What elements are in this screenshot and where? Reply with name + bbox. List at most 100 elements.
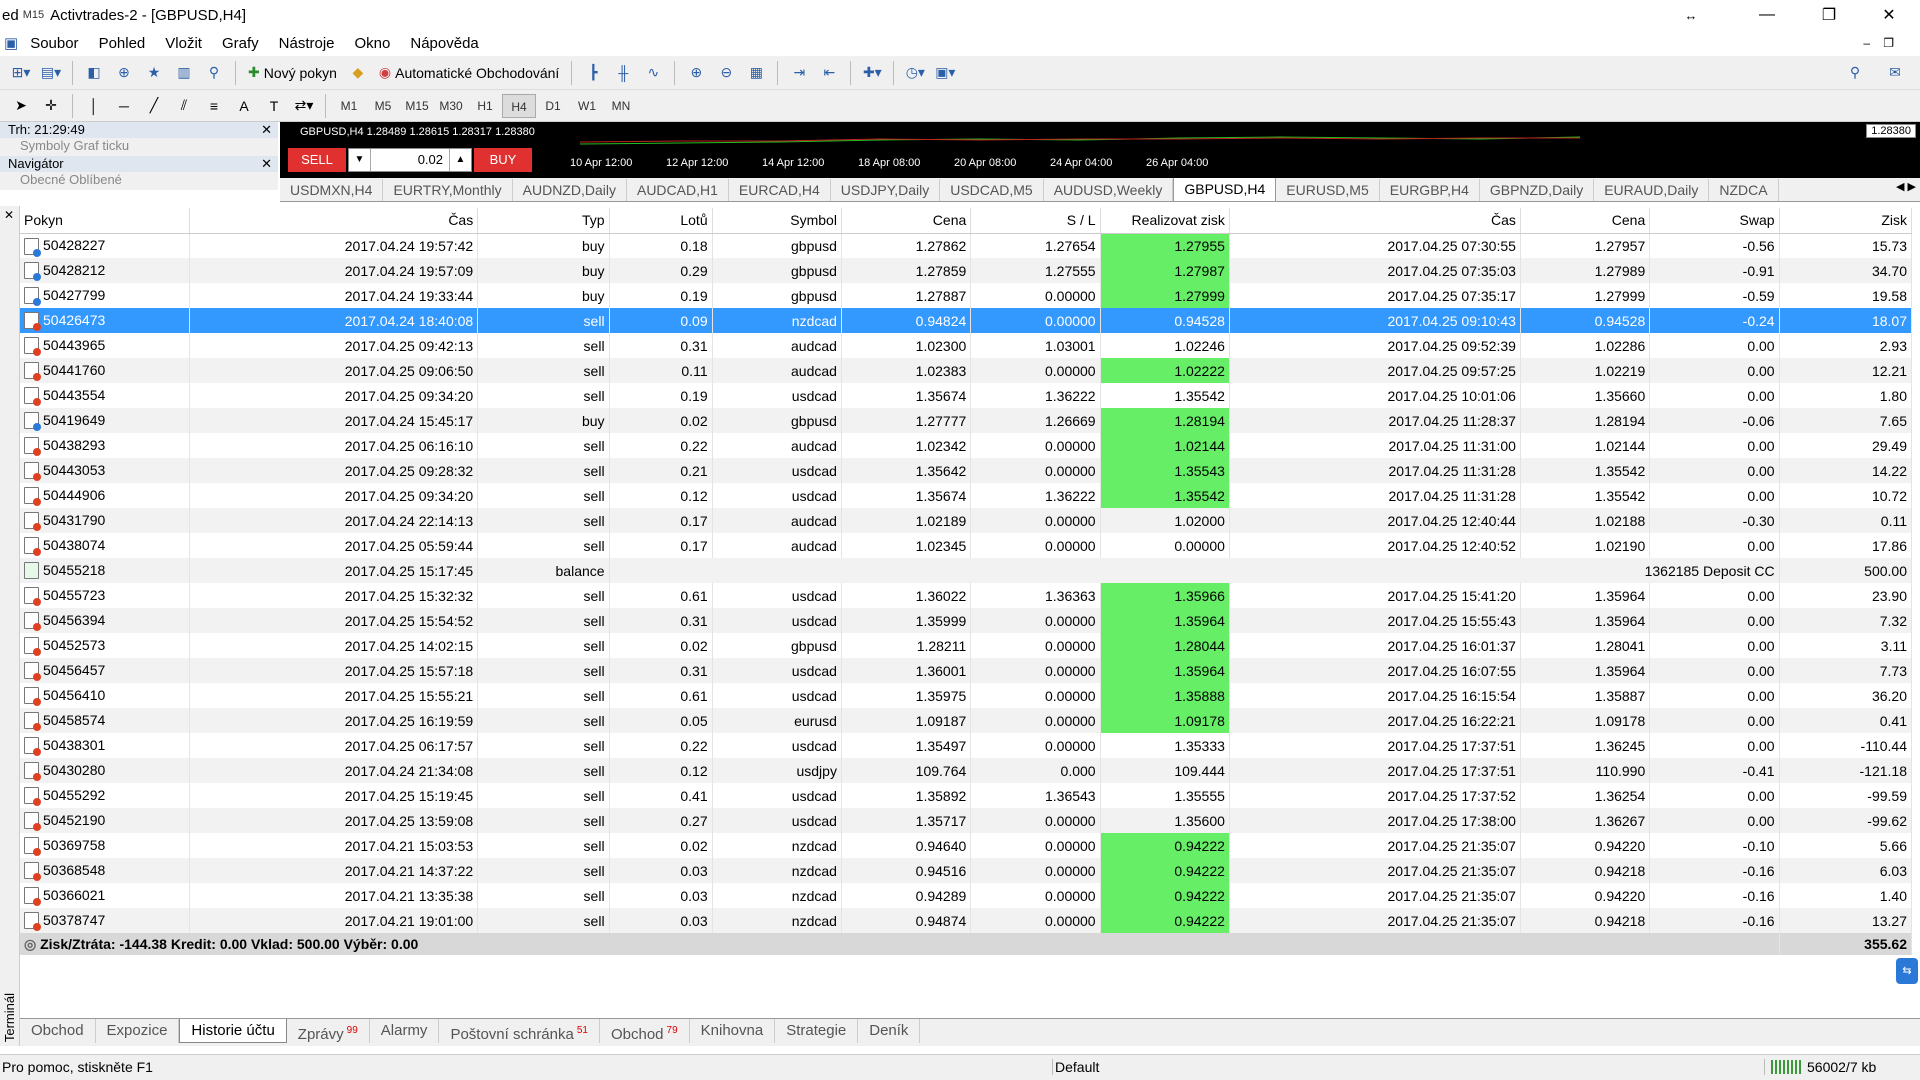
bar-chart-icon[interactable]: ┣ (580, 60, 606, 86)
fibonacci-icon[interactable]: ≡ (201, 93, 227, 119)
templates-icon[interactable]: ▣▾ (932, 60, 958, 86)
tf-m5[interactable]: M5 (366, 94, 400, 118)
label-icon[interactable]: T (261, 93, 287, 119)
col-swap-header[interactable]: Swap (1649, 208, 1780, 234)
horizontal-line-icon[interactable]: ─ (111, 93, 137, 119)
channel-icon[interactable]: ⫽ (171, 93, 197, 119)
menu-vlozit[interactable]: Vložit (155, 35, 212, 52)
navigator-tabs[interactable]: Obecné Oblíbené (0, 172, 278, 190)
table-row[interactable]: 50443053 2017.04.25 09:28:32 sell 0.21 usdca… (20, 458, 1913, 483)
tf-mn[interactable]: MN (604, 94, 638, 118)
chart-tab[interactable]: GBPUSD,H4 (1173, 178, 1277, 201)
trendline-icon[interactable]: ╱ (141, 93, 167, 119)
text-icon[interactable]: A (231, 93, 257, 119)
chart-tab[interactable]: USDCAD,M5 (940, 179, 1044, 201)
menu-grafy[interactable]: Grafy (212, 35, 269, 52)
menu-pohled[interactable]: Pohled (89, 35, 156, 52)
tab-scroll-icon[interactable]: ◀ ▶ (1896, 180, 1916, 193)
col-close-time-header[interactable]: Čas (1229, 208, 1521, 234)
search-icon[interactable]: ⚲ (1842, 60, 1868, 86)
table-row[interactable]: 50444906 2017.04.25 09:34:20 sell 0.12 usdca… (20, 483, 1913, 508)
periods-icon[interactable]: ◷▾ (902, 60, 928, 86)
autoscroll-icon[interactable]: ⇥ (786, 60, 812, 86)
col-sl-header[interactable]: S / L (970, 208, 1101, 234)
table-row[interactable]: 50443965 2017.04.25 09:42:13 sell 0.31 audca… (20, 333, 1913, 358)
table-row[interactable]: 50452190 2017.04.25 13:59:08 sell 0.27 usdca… (20, 808, 1913, 833)
crosshair-tool-icon[interactable]: ✛ (38, 93, 64, 119)
chart-tab[interactable]: NZDCA (1709, 179, 1779, 201)
col-profit-header[interactable]: Zisk (1779, 208, 1913, 234)
strategy-tester-icon[interactable]: ⚲ (201, 60, 227, 86)
terminal-tab[interactable]: Knihovna (690, 1019, 776, 1043)
chart-tab[interactable]: EURCAD,H4 (729, 179, 831, 201)
chart-tab[interactable]: USDMXN,H4 (280, 179, 384, 201)
table-row[interactable]: 50456457 2017.04.25 15:57:18 sell 0.31 usdca… (20, 658, 1913, 683)
market-watch-tabs[interactable]: Symboly Graf ticku (0, 138, 278, 156)
new-order-button[interactable]: ✚ Nový pokyn (244, 60, 341, 86)
terminal-tab[interactable]: Poštovní schránka 51 (439, 1019, 600, 1043)
table-row[interactable]: 50438074 2017.04.25 05:59:44 sell 0.17 audca… (20, 533, 1913, 558)
close-icon[interactable]: ✕ (1866, 0, 1912, 30)
zoom-in-icon[interactable]: ⊕ (683, 60, 709, 86)
col-open-time-header[interactable]: Čas (189, 208, 479, 234)
table-row[interactable]: 50441760 2017.04.25 09:06:50 sell 0.11 audca… (20, 358, 1913, 383)
zoom-out-icon[interactable]: ⊖ (713, 60, 739, 86)
terminal-tab[interactable]: Obchod 79 (600, 1019, 690, 1043)
menu-soubor[interactable]: Soubor (20, 35, 88, 52)
chart-shift-icon[interactable]: ⇤ (816, 60, 842, 86)
restore-icon[interactable]: ❐ (1806, 0, 1852, 30)
terminal-close-icon[interactable]: ✕ (4, 208, 14, 222)
cursor-icon[interactable]: ➤ (8, 93, 34, 119)
arrows-icon[interactable]: ⇄▾ (291, 93, 317, 119)
minimize-icon[interactable]: — (1744, 0, 1790, 30)
table-row[interactable]: 50428227 2017.04.24 19:57:42 buy 0.18 gbpusd… (20, 233, 1913, 258)
table-row[interactable]: 50427799 2017.04.24 19:33:44 buy 0.19 gbpusd… (20, 283, 1913, 308)
tf-m30[interactable]: M30 (434, 94, 468, 118)
chart-tab[interactable]: AUDNZD,Daily (513, 179, 627, 201)
tf-h1[interactable]: H1 (468, 94, 502, 118)
indicators-icon[interactable]: ✚▾ (859, 60, 885, 86)
table-row[interactable]: 50456394 2017.04.25 15:54:52 sell 0.31 usdca… (20, 608, 1913, 633)
buy-button[interactable]: BUY (474, 148, 532, 172)
table-row[interactable]: 50438301 2017.04.25 06:17:57 sell 0.22 usdca… (20, 733, 1913, 758)
navigator-close-icon[interactable]: ✕ (261, 156, 272, 172)
tf-m1[interactable]: M1 (332, 94, 366, 118)
terminal-tab[interactable]: Strategie (775, 1019, 859, 1043)
chart-tab[interactable]: EURAUD,Daily (1594, 179, 1710, 201)
new-chart-icon[interactable]: ⊞▾ (8, 60, 34, 86)
crosshair-icon[interactable]: ⊕ (111, 60, 137, 86)
child-restore-icon[interactable]: ❐ (1873, 36, 1904, 50)
teamviewer-icon[interactable]: ⇆ (1896, 958, 1918, 984)
table-row[interactable]: 50430280 2017.04.24 21:34:08 sell 0.12 usdjp… (20, 758, 1913, 783)
col-tp-header[interactable]: Realizovat zisk (1100, 208, 1230, 234)
tf-d1[interactable]: D1 (536, 94, 570, 118)
terminal-tab[interactable]: Zprávy 99 (287, 1019, 370, 1043)
table-row[interactable]: 50369758 2017.04.21 15:03:53 sell 0.02 nzdca… (20, 833, 1913, 858)
market-watch-close-icon[interactable]: ✕ (261, 122, 272, 138)
chart-tab[interactable]: AUDCAD,H1 (627, 179, 729, 201)
table-row[interactable]: 50366021 2017.04.21 13:35:38 sell 0.03 nzdca… (20, 883, 1913, 908)
menu-nastroje[interactable]: Nástroje (269, 35, 345, 52)
tf-m15[interactable]: M15 (400, 94, 434, 118)
table-row[interactable]: 50456410 2017.04.25 15:55:21 sell 0.61 usdca… (20, 683, 1913, 708)
col-lots-header[interactable]: Lotů (609, 208, 713, 234)
tile-windows-icon[interactable]: ▦ (743, 60, 769, 86)
table-row[interactable]: 50438293 2017.04.25 06:16:10 sell 0.22 audca… (20, 433, 1913, 458)
terminal-tab[interactable]: Expozice (96, 1019, 180, 1043)
chart-tab[interactable]: GBPNZD,Daily (1480, 179, 1595, 201)
vertical-line-icon[interactable]: │ (81, 93, 107, 119)
terminal-tab[interactable]: Alarmy (370, 1019, 440, 1043)
table-row[interactable]: 50431790 2017.04.24 22:14:13 sell 0.17 audca… (20, 508, 1913, 533)
lot-size-input[interactable]: ▼ 0.02 ▲ (348, 148, 472, 172)
lot-dropdown-icon[interactable]: ▼ (349, 149, 371, 171)
menu-napoveda[interactable]: Nápověda (400, 35, 488, 52)
col-price-header[interactable]: Cena (841, 208, 972, 234)
app-icon[interactable]: ▣ (0, 34, 20, 52)
metaeditor-icon[interactable]: ◆ (345, 60, 371, 86)
table-row[interactable]: 50455292 2017.04.25 15:19:45 sell 0.41 usdca… (20, 783, 1913, 808)
terminal-tab[interactable]: Deník (858, 1019, 921, 1043)
col-type-header[interactable]: Typ (477, 208, 610, 234)
tf-h4[interactable]: H4 (502, 93, 536, 118)
terminal-tab[interactable]: Historie účtu (179, 1019, 287, 1043)
col-close-price-header[interactable]: Cena (1520, 208, 1651, 234)
